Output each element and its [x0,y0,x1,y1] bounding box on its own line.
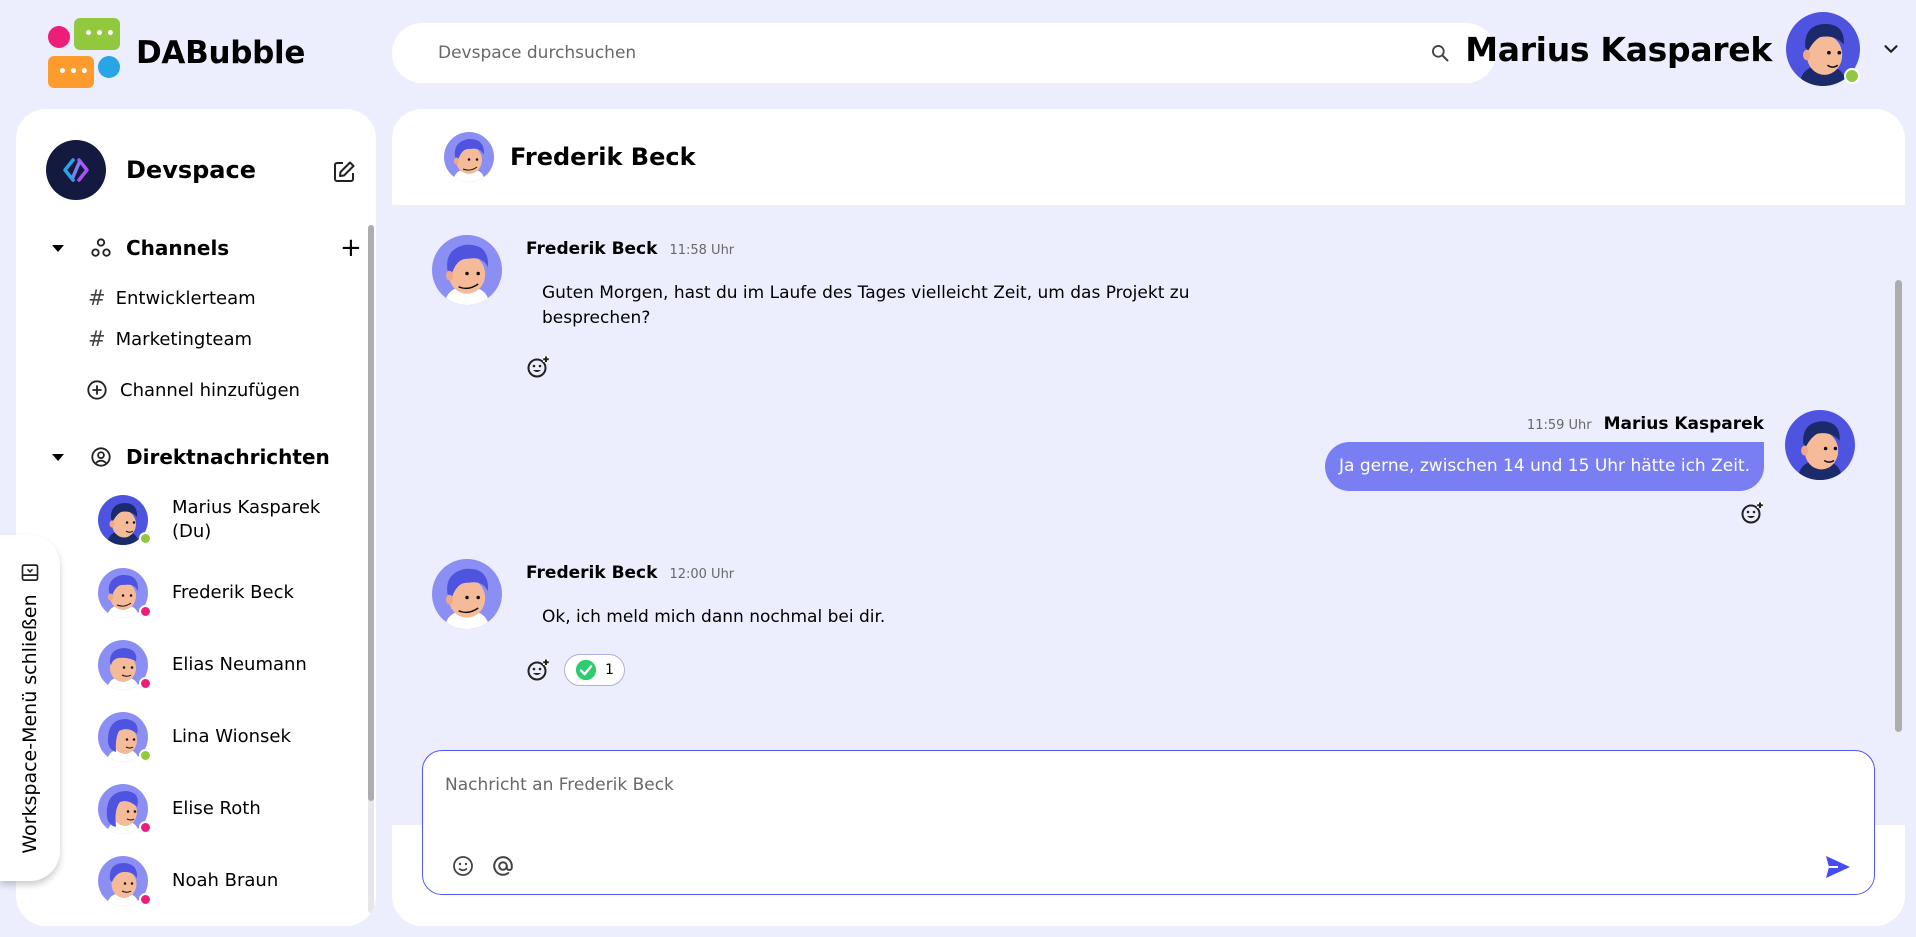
add-channel-button[interactable]: Channel hinzufügen [86,379,300,401]
offline-status-dot [139,821,152,834]
message-time: 12:00 Uhr [669,567,735,582]
mention-at-icon[interactable] [491,854,515,878]
dm-name-suffix: (Du) [172,521,212,542]
workspaces-icon [91,238,111,257]
channel-label: Entwicklerteam [115,287,256,309]
message-time: 11:59 Uhr [1526,418,1592,433]
dm-item-noah-braun[interactable]: Noah Braun [98,856,278,906]
channels-section-toggle[interactable]: Channels [52,236,229,260]
workspace-logo-icon [46,140,106,200]
hashtag-icon: # [88,286,106,310]
message-text: besprechen? [542,308,651,328]
message-text: Ja gerne, zwischen 14 und 15 Uhr hätte i… [1339,456,1750,476]
chat-header[interactable]: Frederik Beck [392,109,1905,205]
current-user-name: Marius Kasparek [1465,29,1772,69]
add-reaction-icon[interactable] [526,355,550,379]
dm-name: Lina Wionsek [172,726,291,747]
sidebar-scrollbar-thumb[interactable] [368,225,374,801]
message-composer[interactable]: Nachricht an Frederik Beck [422,750,1875,895]
chat-partner-name: Frederik Beck [510,143,696,171]
offline-status-dot [139,605,152,618]
channel-label: Marketingteam [115,328,253,350]
dm-name: Marius Kasparek [172,497,321,518]
caret-down-icon [52,244,64,252]
add-reaction-icon[interactable] [1740,501,1764,525]
avatar [98,568,152,618]
online-status-dot [1844,68,1860,84]
app-logo[interactable]: ••• ••• DABubble [48,18,305,88]
chat-scrollbar[interactable] [1895,280,1902,732]
message-item: Frederik Beck 11:58 Uhr Guten Morgen, ha… [526,239,1208,379]
reaction-pill[interactable]: 1 [564,654,625,686]
user-menu[interactable]: Marius Kasparek [1465,12,1902,86]
avatar [98,712,152,762]
chat-panel: Frederik Beck Frederik Beck 11:58 Uhr Gu… [392,109,1905,926]
channels-heading: Channels [126,236,230,260]
message-text: Guten Morgen, hast du im Laufe des Tages… [542,283,1190,303]
dm-name: Elias Neumann [172,654,307,675]
message-list: Frederik Beck 11:58 Uhr Guten Morgen, ha… [392,205,1905,825]
message-bubble: Ja gerne, zwischen 14 und 15 Uhr hätte i… [1325,442,1764,491]
workspace-menu-toggle[interactable]: Workspace-Menü schließen [0,535,60,881]
online-status-dot [139,532,152,545]
message-bubble: Ok, ich meld mich dann nochmal bei dir. [526,591,902,644]
dm-item-marius-kasparek[interactable]: Marius Kasparek (Du) [98,495,320,545]
hashtag-icon: # [88,327,106,351]
message-bubble: Guten Morgen, hast du im Laufe des Tages… [526,267,1208,345]
channel-item-marketingteam[interactable]: # Marketingteam [88,327,252,351]
account-circle-icon [91,447,111,467]
add-channel-label: Channel hinzufügen [120,379,300,401]
message-item: Frederik Beck 12:00 Uhr Ok, ich meld mic… [526,563,902,686]
online-status-dot [139,749,152,762]
dm-name: Elise Roth [172,798,261,819]
chevron-down-icon[interactable] [1880,38,1902,60]
message-item: 11:59 Uhr Marius Kasparek Ja gerne, zwis… [1325,414,1764,525]
search-bar[interactable]: Devspace durchsuchen [392,23,1496,83]
caret-down-icon [52,453,64,461]
message-avatar[interactable] [1785,410,1855,480]
search-input[interactable]: Devspace durchsuchen [438,43,636,63]
send-icon[interactable] [1824,854,1852,880]
message-avatar[interactable] [432,559,502,629]
channel-item-entwicklerteam[interactable]: # Entwicklerteam [88,286,256,310]
dm-item-lina-wionsek[interactable]: Lina Wionsek [98,712,291,762]
logo-mark-icon: ••• ••• [48,18,122,88]
message-time: 11:58 Uhr [669,243,735,258]
message-author[interactable]: Frederik Beck [526,239,657,259]
dm-item-frederik-beck[interactable]: Frederik Beck [98,568,294,618]
dm-name: Frederik Beck [172,582,294,603]
avatar [98,495,152,545]
workspace-toggle-label: Workspace-Menü schließen [19,594,41,854]
message-input[interactable]: Nachricht an Frederik Beck [445,775,674,795]
message-text: Ok, ich meld mich dann nochmal bei dir. [542,607,886,627]
message-author[interactable]: Marius Kasparek [1604,414,1764,434]
direct-messages-section-toggle[interactable]: Direktnachrichten [52,445,330,469]
emoji-icon[interactable] [451,854,475,878]
offline-status-dot [139,677,152,690]
current-user-avatar[interactable] [1786,12,1860,86]
direct-messages-heading: Direktnachrichten [126,445,330,469]
chat-partner-avatar [444,132,494,182]
offline-status-dot [139,893,152,906]
avatar [98,640,152,690]
workspace-header: Devspace [46,140,256,200]
workspace-title: Devspace [126,156,257,184]
workspace-sidebar: Devspace Channels + # Entwicklerteam # M… [16,109,376,926]
dm-item-elise-roth[interactable]: Elise Roth [98,784,261,834]
dm-name: Noah Braun [172,870,279,891]
message-author[interactable]: Frederik Beck [526,563,657,583]
add-circle-icon [87,380,107,400]
new-message-edit-icon[interactable] [332,160,356,184]
app-title: DABubble [136,35,306,71]
avatar [98,856,152,906]
dm-item-elias-neumann[interactable]: Elias Neumann [98,640,307,690]
search-icon[interactable] [1430,43,1450,63]
reaction-count: 1 [605,662,614,678]
add-channel-plus-icon[interactable]: + [340,235,362,261]
avatar [98,784,152,834]
sidebar-collapse-icon [21,564,39,581]
check-mark-icon [575,659,597,681]
message-avatar[interactable] [432,235,502,305]
add-reaction-icon[interactable] [526,658,550,682]
